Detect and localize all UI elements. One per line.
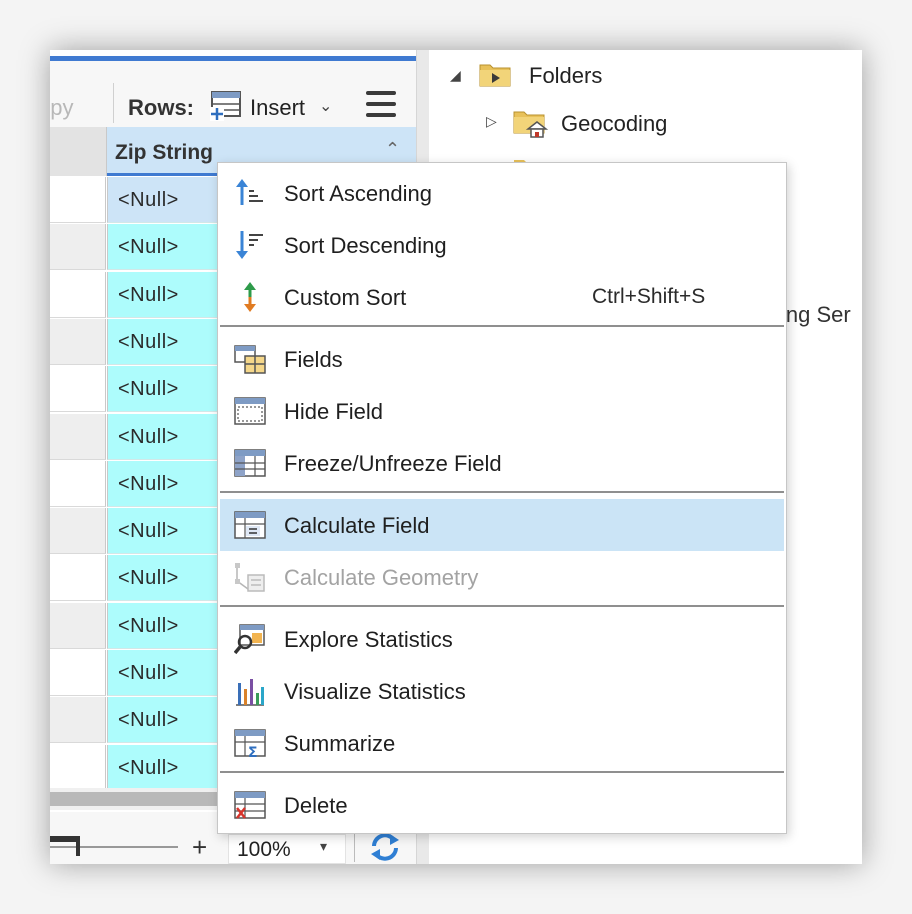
menu-item-label: Delete [284, 793, 348, 818]
cell-value: <Null> [118, 330, 179, 353]
row-selector[interactable] [50, 508, 106, 555]
menu-item-calculate-field[interactable]: Calculate Field [220, 499, 784, 551]
row-selector[interactable] [50, 460, 106, 507]
cell-value: <Null> [118, 189, 179, 211]
row-selector[interactable] [50, 413, 106, 460]
row-selector[interactable] [50, 697, 106, 744]
zoom-slider-track[interactable] [50, 846, 178, 848]
menu-item-fields[interactable]: Fields [220, 333, 784, 385]
expand-geocoding-icon[interactable]: ▷ [486, 113, 497, 130]
status-divider [354, 832, 355, 862]
fields-icon [234, 343, 266, 375]
menu-item-hide-field[interactable]: Hide Field [220, 385, 784, 437]
custom-sort-icon [234, 281, 266, 313]
row-selector[interactable] [50, 224, 106, 271]
cell-value: <Null> [118, 662, 179, 684]
row-selector[interactable] [50, 318, 106, 365]
menu-separator [220, 605, 784, 607]
cell-value: <Null> [118, 756, 179, 779]
menu-item-delete[interactable]: Delete [220, 779, 784, 831]
partial-node-label[interactable]: ing Ser [781, 302, 851, 328]
cell-value: <Null> [118, 709, 179, 732]
menu-item-label: Hide Field [284, 399, 384, 424]
cell-value: <Null> [118, 472, 179, 495]
table-options-menu-icon[interactable] [366, 91, 396, 117]
menu-item-visualize-statistics[interactable]: Visualize Statistics [220, 665, 784, 717]
calculate-geometry-icon [234, 561, 266, 593]
insert-row-icon[interactable] [210, 89, 242, 121]
column-header-label: Zip String [115, 141, 213, 164]
chevron-up-icon[interactable]: ⌃ [385, 139, 400, 160]
sort-descending-icon [234, 229, 266, 261]
menu-item-label: Explore Statistics [284, 627, 453, 652]
menu-item-custom-sort[interactable]: Custom Sort Ctrl+Shift+S [220, 271, 784, 323]
table-toolbar: opy Rows: Insert ⌄ [50, 61, 416, 127]
row-selector[interactable] [50, 650, 106, 696]
menu-item-sort-descending[interactable]: Sort Descending [220, 219, 784, 271]
menu-item-label: Custom Sort [284, 285, 407, 310]
zoom-in-button[interactable]: + [192, 832, 207, 863]
zoom-level-select[interactable]: 100% [228, 834, 346, 864]
copy-button[interactable]: opy [50, 95, 73, 121]
freeze-field-icon [234, 447, 266, 479]
geocoding-folder-icon [513, 111, 549, 138]
menu-item-summarize[interactable]: Σ Summarize [220, 717, 784, 769]
cell-value: <Null> [118, 283, 179, 306]
menu-item-calculate-geometry: Calculate Geometry [220, 551, 784, 603]
folders-node-label[interactable]: Folders [529, 63, 602, 89]
insert-dropdown-arrow[interactable]: ⌄ [319, 96, 332, 116]
menu-item-freeze-field[interactable]: Freeze/Unfreeze Field [220, 437, 784, 489]
menu-item-sort-ascending[interactable]: Sort Ascending [220, 167, 784, 219]
insert-button[interactable]: Insert [250, 95, 305, 121]
delete-icon [234, 789, 266, 821]
visualize-statistics-icon [234, 675, 266, 707]
toolbar-divider [113, 83, 114, 123]
row-selector[interactable] [50, 366, 106, 413]
folders-icon [479, 64, 511, 87]
rows-label: Rows: [128, 95, 194, 120]
menu-item-label: Sort Descending [284, 233, 447, 258]
menu-item-label: Calculate Geometry [284, 565, 479, 590]
refresh-icon[interactable] [368, 830, 402, 864]
menu-item-shortcut: Ctrl+Shift+S [592, 285, 706, 308]
cell-value: <Null> [118, 378, 179, 401]
menu-item-label: Fields [284, 347, 343, 372]
scrollbar-thumb[interactable] [50, 792, 220, 806]
menu-item-explore-statistics[interactable]: Explore Statistics [220, 613, 784, 665]
menu-item-label: Freeze/Unfreeze Field [284, 451, 502, 476]
cell-value: <Null> [118, 236, 179, 259]
column-context-menu: Sort Ascending Sort Descending Custom Sort… [217, 162, 787, 834]
zoom-slider-fill [50, 836, 78, 842]
row-selector[interactable] [50, 602, 106, 649]
row-selector[interactable] [50, 744, 106, 791]
menu-item-label: Visualize Statistics [284, 679, 466, 704]
row-selector[interactable] [50, 271, 106, 318]
summarize-icon: Σ [234, 727, 266, 761]
row-selector[interactable] [50, 177, 106, 223]
geocoding-node-label[interactable]: Geocoding [561, 111, 667, 137]
expand-folders-icon[interactable]: ◢ [450, 67, 461, 84]
row-header-column [50, 127, 107, 176]
menu-item-label: Calculate Field [284, 513, 430, 538]
zoom-slider-handle[interactable] [76, 836, 80, 856]
column-header-underline [107, 173, 217, 176]
cell-value: <Null> [118, 567, 179, 590]
row-selector[interactable] [50, 555, 106, 602]
menu-separator [220, 771, 784, 773]
zoom-level-value: 100% [237, 838, 291, 861]
hide-field-icon [234, 395, 266, 427]
menu-separator [220, 491, 784, 493]
sort-ascending-icon [234, 177, 266, 209]
zoom-dropdown-arrow[interactable]: ▾ [320, 838, 327, 855]
menu-item-label: Sort Ascending [284, 181, 432, 206]
cell-value: <Null> [118, 520, 179, 543]
cell-value: <Null> [118, 425, 179, 448]
menu-item-label: Summarize [284, 731, 396, 756]
explore-statistics-icon [233, 623, 266, 655]
svg-text:Σ: Σ [248, 745, 258, 759]
cell-value: <Null> [118, 614, 179, 637]
calculate-field-icon [234, 509, 266, 541]
menu-separator [220, 325, 784, 327]
